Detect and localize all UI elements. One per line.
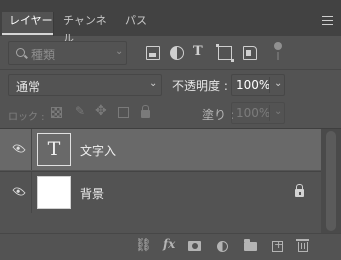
opacity-value: 100% xyxy=(236,78,271,92)
fill-field[interactable]: 100% ⌄ xyxy=(231,102,285,124)
divider xyxy=(0,69,341,70)
chevron-down-icon: ⌄ xyxy=(115,46,124,57)
new-group-icon[interactable] xyxy=(244,239,257,251)
tab-label: レイヤー xyxy=(9,14,53,27)
adjustment-layer-icon[interactable] xyxy=(217,241,228,252)
chevron-down-icon[interactable]: ⌄ xyxy=(274,78,282,89)
divider xyxy=(269,77,270,93)
tab-channels[interactable]: チャンネル xyxy=(56,12,116,45)
lock-transparent-pixels-icon[interactable] xyxy=(51,107,62,118)
filter-toggle-icon[interactable] xyxy=(274,42,282,50)
adjustment-filter-icon[interactable] xyxy=(170,46,184,60)
layer-thumbnail: T xyxy=(37,133,71,166)
blend-mode-dropdown[interactable]: 通常 ⌄ xyxy=(8,74,162,96)
layers-list: T 文字入 背景 xyxy=(0,129,321,232)
blend-mode-value: 通常 xyxy=(16,80,41,94)
divider xyxy=(31,129,32,170)
scrollbar-track[interactable] xyxy=(326,131,336,231)
type-filter-icon[interactable]: T xyxy=(193,44,207,59)
filter-kind-label: 種類 xyxy=(31,48,56,62)
fx-icon[interactable]: fx xyxy=(163,238,175,250)
panel-menu-icon[interactable] xyxy=(322,16,333,25)
tab-paths[interactable]: パス xyxy=(118,12,152,36)
image-filter-icon[interactable] xyxy=(146,46,160,60)
chevron-down-icon: ⌄ xyxy=(149,78,158,89)
lock-artboard-icon[interactable] xyxy=(118,107,129,118)
trash-icon[interactable] xyxy=(296,239,309,252)
lock-all-icon[interactable] xyxy=(141,105,150,118)
divider xyxy=(269,105,270,121)
new-layer-icon[interactable] xyxy=(272,239,283,252)
lock-image-pixels-icon[interactable]: ✎ xyxy=(75,104,86,118)
smart-object-filter-icon[interactable] xyxy=(243,46,257,60)
layer-row[interactable]: 背景 xyxy=(0,171,321,213)
divider xyxy=(31,172,32,213)
visibility-eye-icon[interactable] xyxy=(12,141,26,156)
layer-name[interactable]: 文字入 xyxy=(80,142,116,159)
shape-filter-icon[interactable] xyxy=(216,44,234,62)
fill-label: 塗り : xyxy=(202,108,234,122)
fill-value: 100% xyxy=(236,106,271,120)
search-icon xyxy=(16,48,25,57)
link-layers-icon[interactable]: ⛓ xyxy=(135,239,152,252)
layer-name[interactable]: 背景 xyxy=(80,185,104,202)
tab-layers[interactable]: レイヤー xyxy=(2,12,54,36)
lock-position-icon[interactable]: ✥ xyxy=(95,103,107,119)
filter-toggle-stem xyxy=(277,52,279,60)
opacity-field[interactable]: 100% ⌄ xyxy=(231,74,285,96)
lock-icon xyxy=(295,184,304,197)
chevron-down-icon[interactable]: ⌄ xyxy=(274,106,282,117)
panel-tab-bar: レイヤー チャンネル パス xyxy=(0,0,341,45)
lock-label: ロック : xyxy=(8,112,45,123)
layer-thumbnail xyxy=(37,176,71,209)
tab-label: パス xyxy=(125,14,147,27)
visibility-eye-icon[interactable] xyxy=(12,184,26,199)
filter-kind-dropdown[interactable]: 種類 ⌄ xyxy=(8,41,127,65)
layer-mask-icon[interactable] xyxy=(188,241,201,251)
layer-row[interactable]: T 文字入 xyxy=(0,129,321,170)
opacity-label: 不透明度 : xyxy=(172,79,228,93)
